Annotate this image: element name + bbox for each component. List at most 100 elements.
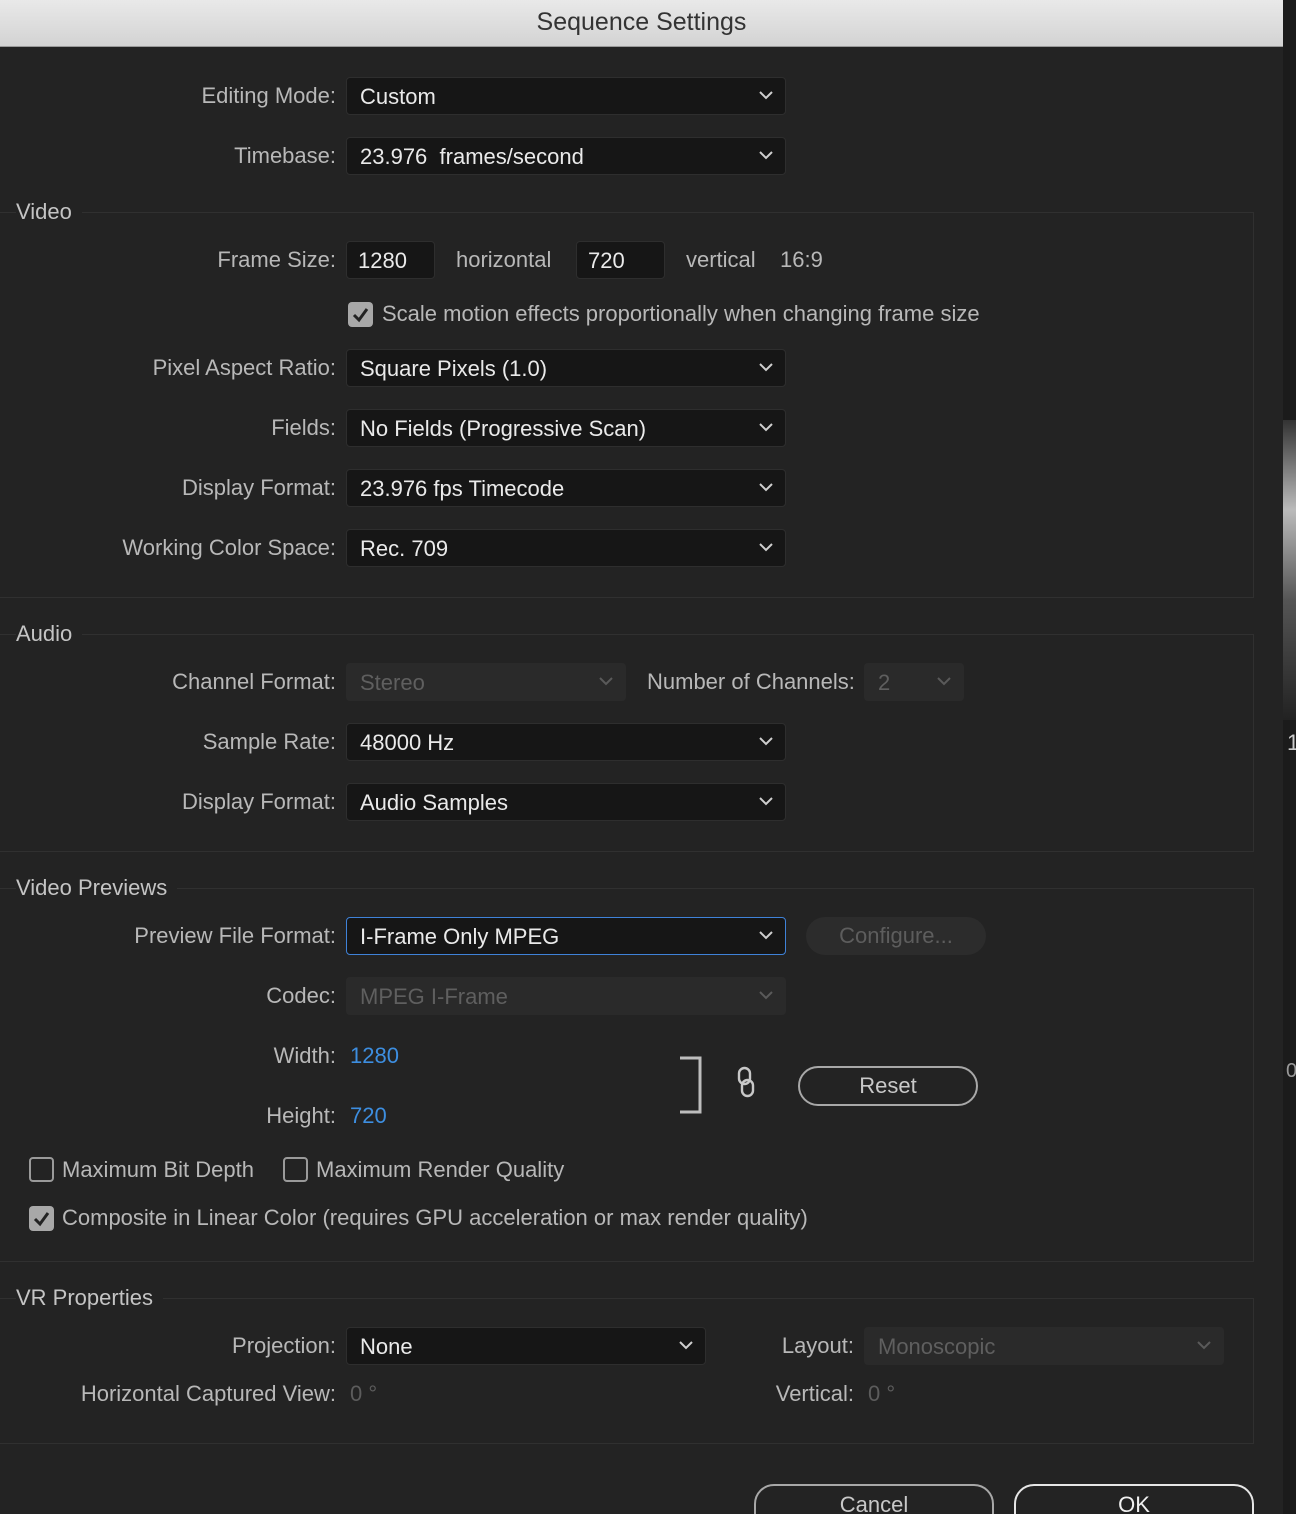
max-bit-depth-label[interactable]: Maximum Bit Depth xyxy=(62,1157,254,1183)
ok-button-label: OK xyxy=(1118,1492,1150,1514)
pixel-aspect-ratio-label: Pixel Aspect Ratio: xyxy=(152,355,336,380)
number-of-channels-value: 2 xyxy=(878,670,891,695)
video-display-format-label: Display Format: xyxy=(181,475,336,500)
video-previews-section-title: Video Previews xyxy=(16,875,178,901)
window-title: Sequence Settings xyxy=(536,8,747,36)
fields-value: No Fields (Progressive Scan) xyxy=(360,416,647,441)
scale-motion-checkbox[interactable] xyxy=(348,302,373,327)
pixel-aspect-ratio-value: Square Pixels (1.0) xyxy=(360,356,548,381)
chevron-down-icon xyxy=(759,543,773,552)
projection-value: None xyxy=(360,1334,413,1359)
chevron-down-icon xyxy=(759,483,773,492)
pixel-aspect-ratio-dropdown[interactable]: Square Pixels (1.0) xyxy=(346,349,786,387)
preview-height-value[interactable]: 720 xyxy=(350,1103,387,1129)
editing-mode-label: Editing Mode: xyxy=(201,83,336,108)
background-app-area xyxy=(1283,0,1296,1514)
ok-button[interactable]: OK xyxy=(1014,1484,1254,1514)
frame-height-input[interactable]: 720 xyxy=(576,241,665,279)
composite-linear-label[interactable]: Composite in Linear Color (requires GPU … xyxy=(62,1205,808,1231)
background-text-glimpse: 1 xyxy=(1287,730,1296,755)
sample-rate-label: Sample Rate: xyxy=(202,729,336,754)
timebase-value: 23.976 frames/second xyxy=(360,144,584,169)
background-text-glimpse: 01 xyxy=(1286,1060,1296,1082)
vertical-view-value: 0 ° xyxy=(868,1381,896,1406)
preview-height-label: Height: xyxy=(266,1103,336,1128)
background-image-glimpse xyxy=(1283,420,1296,720)
video-display-format-value: 23.976 fps Timecode xyxy=(360,476,565,501)
layout-label: Layout: xyxy=(781,1333,854,1358)
frame-height-value: 720 xyxy=(588,248,625,273)
chevron-down-icon xyxy=(759,151,773,160)
composite-linear-checkbox[interactable] xyxy=(29,1206,54,1231)
chain-link-icon[interactable] xyxy=(736,1066,756,1100)
working-color-space-dropdown[interactable]: Rec. 709 xyxy=(346,529,786,567)
vertical-view-label: Vertical: xyxy=(775,1381,854,1406)
channel-format-label: Channel Format: xyxy=(172,669,336,694)
scale-motion-label[interactable]: Scale motion effects proportionally when… xyxy=(382,301,980,327)
codec-label: Codec: xyxy=(266,983,336,1008)
link-bracket-icon xyxy=(680,1056,702,1114)
aspect-ratio-text: 16:9 xyxy=(780,247,823,272)
preview-file-format-value: I-Frame Only MPEG xyxy=(360,924,560,949)
projection-dropdown[interactable]: None xyxy=(346,1327,706,1365)
timebase-label: Timebase: xyxy=(234,143,336,168)
timebase-dropdown[interactable]: 23.976 frames/second xyxy=(346,137,786,175)
vr-properties-section xyxy=(0,1298,1254,1444)
chevron-down-icon xyxy=(1197,1341,1211,1350)
frame-width-input[interactable]: 1280 xyxy=(346,241,435,279)
preview-file-format-dropdown[interactable]: I-Frame Only MPEG xyxy=(346,917,786,955)
projection-label: Projection: xyxy=(232,1333,336,1358)
audio-section-title: Audio xyxy=(16,621,83,647)
editing-mode-dropdown[interactable]: Custom xyxy=(346,77,786,115)
video-section-title: Video xyxy=(16,199,82,225)
max-render-quality-checkbox[interactable] xyxy=(283,1157,308,1182)
title-bar[interactable]: Sequence Settings xyxy=(0,0,1283,47)
layout-dropdown[interactable]: Monoscopic xyxy=(864,1327,1224,1365)
configure-button[interactable]: Configure... xyxy=(806,917,986,955)
number-of-channels-dropdown[interactable]: 2 xyxy=(864,663,964,701)
fields-label: Fields: xyxy=(271,415,336,440)
audio-display-format-label: Display Format: xyxy=(181,789,336,814)
chevron-down-icon xyxy=(679,1341,693,1350)
number-of-channels-label: Number of Channels: xyxy=(647,669,855,694)
max-bit-depth-checkbox[interactable] xyxy=(29,1157,54,1182)
vr-properties-section-title: VR Properties xyxy=(16,1285,163,1311)
working-color-space-value: Rec. 709 xyxy=(360,536,449,561)
preview-width-value[interactable]: 1280 xyxy=(350,1043,399,1069)
max-render-quality-label[interactable]: Maximum Render Quality xyxy=(316,1157,564,1183)
reset-button-label: Reset xyxy=(859,1073,917,1098)
sequence-settings-dialog: Sequence Settings Editing Mode: Custom T… xyxy=(0,0,1283,1514)
preview-file-format-label: Preview File Format: xyxy=(134,923,336,948)
horizontal-captured-view-label: Horizontal Captured View: xyxy=(80,1381,336,1406)
channel-format-dropdown[interactable]: Stereo xyxy=(346,663,626,701)
chevron-down-icon xyxy=(759,423,773,432)
preview-width-label: Width: xyxy=(273,1043,336,1068)
audio-display-format-dropdown[interactable]: Audio Samples xyxy=(346,783,786,821)
codec-value: MPEG I-Frame xyxy=(360,984,508,1009)
working-color-space-label: Working Color Space: xyxy=(122,535,336,560)
cancel-button-label: Cancel xyxy=(839,1492,909,1514)
editing-mode-value: Custom xyxy=(360,84,436,109)
audio-display-format-value: Audio Samples xyxy=(360,790,508,815)
checkmark-icon xyxy=(352,308,369,323)
vertical-label: vertical xyxy=(686,247,756,272)
channel-format-value: Stereo xyxy=(360,670,425,695)
fields-dropdown[interactable]: No Fields (Progressive Scan) xyxy=(346,409,786,447)
configure-button-label: Configure... xyxy=(839,923,953,948)
chevron-down-icon xyxy=(759,797,773,806)
checkmark-icon xyxy=(33,1212,50,1227)
reset-button[interactable]: Reset xyxy=(798,1066,978,1106)
frame-size-label: Frame Size: xyxy=(217,247,336,272)
video-display-format-dropdown[interactable]: 23.976 fps Timecode xyxy=(346,469,786,507)
layout-value: Monoscopic xyxy=(878,1334,996,1359)
frame-width-value: 1280 xyxy=(358,248,407,273)
sample-rate-dropdown[interactable]: 48000 Hz xyxy=(346,723,786,761)
chevron-down-icon xyxy=(759,91,773,100)
chevron-down-icon xyxy=(759,991,773,1000)
horizontal-captured-view-value: 0 ° xyxy=(350,1381,378,1406)
chevron-down-icon xyxy=(759,737,773,746)
chevron-down-icon xyxy=(759,363,773,372)
cancel-button[interactable]: Cancel xyxy=(754,1484,994,1514)
sample-rate-value: 48000 Hz xyxy=(360,730,455,755)
codec-dropdown[interactable]: MPEG I-Frame xyxy=(346,977,786,1015)
